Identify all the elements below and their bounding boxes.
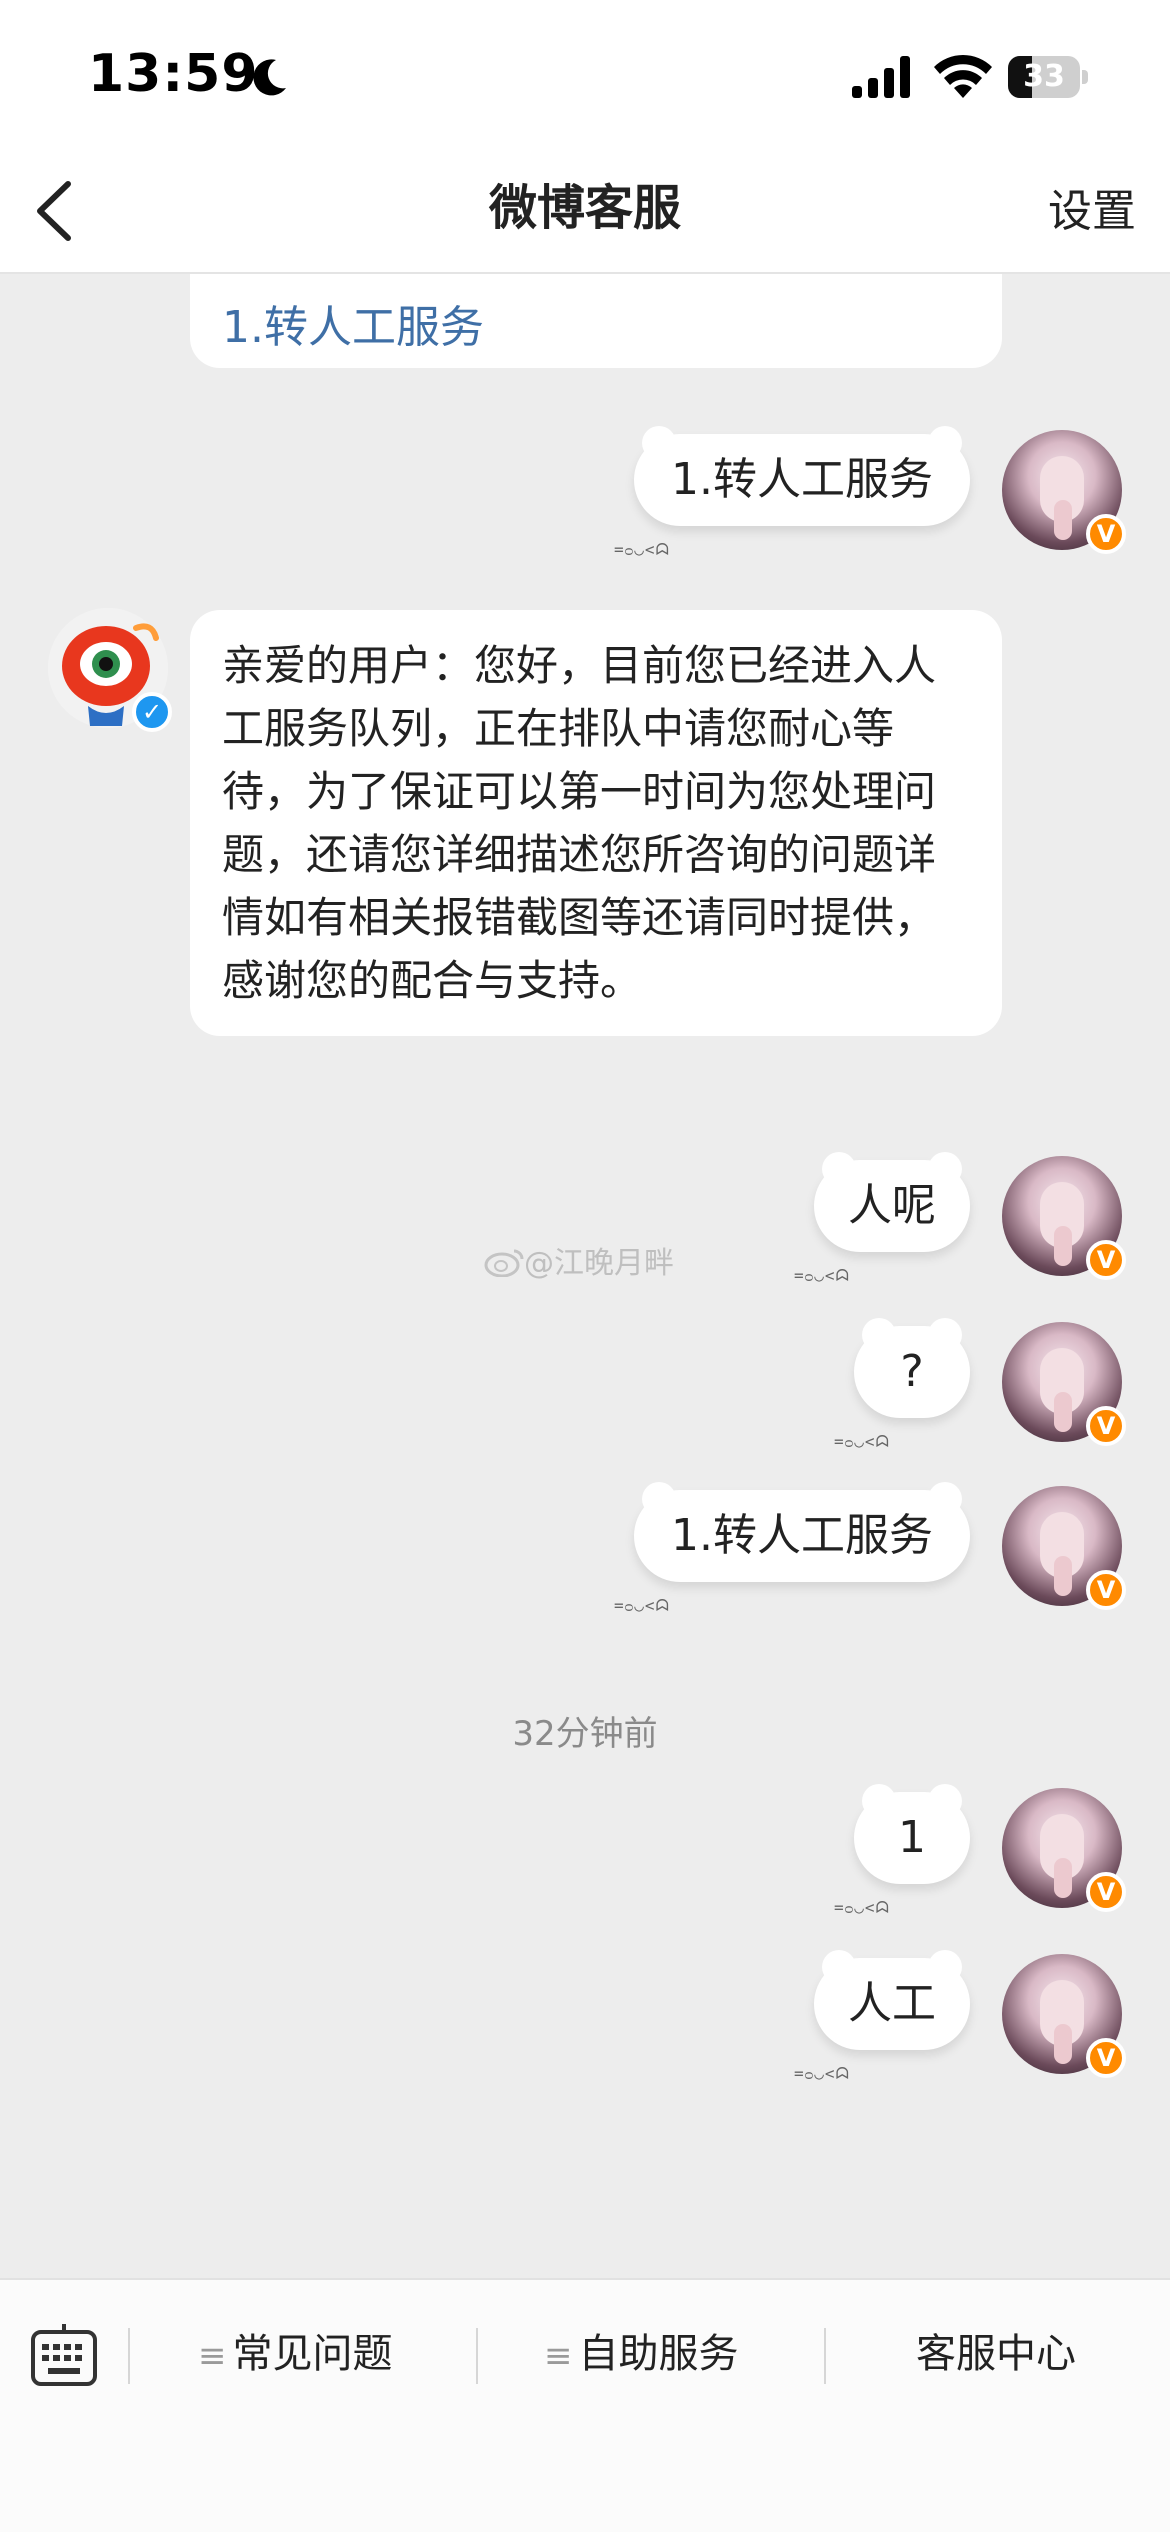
bubble-ear [862,1318,896,1352]
bubble-ear [928,426,962,460]
message-bubble-user[interactable]: 1.转人工服务 [634,426,970,526]
keyboard-icon[interactable] [30,2322,98,2388]
bubble-ear [928,1482,962,1516]
user-avatar[interactable]: V [1002,1486,1126,1610]
message-text: ? [900,1346,924,1397]
avatar-hands [1054,500,1072,540]
faq-menu-button[interactable]: ≡ 常见问题 [198,2314,393,2394]
bubble-decoration: =ᴑ◡<ᗣ [614,540,670,559]
toolbar-divider [476,2328,478,2384]
bubble-ear [928,1318,962,1352]
toolbar-divider [128,2328,130,2384]
cs-avatar[interactable]: ✓ [48,608,172,732]
toolbar-item-label: 常见问题 [232,2331,393,2377]
time-divider: 32分钟前 [512,1714,658,1754]
message-bubble-partial[interactable]: 1.转人工服务 [190,274,1002,368]
bubble-decoration: =ᴑ◡<ᗣ [794,1266,850,1285]
verified-badge-icon: V [1086,1406,1126,1446]
toolbar-item-label: 客服中心 [916,2331,1076,2377]
verified-badge-icon: V [1086,2038,1126,2078]
toolbar-divider [824,2328,826,2384]
bubble-decoration: =ᴑ◡<ᗣ [834,1432,890,1451]
bubble-decoration: =ᴑ◡<ᗣ [614,1596,670,1615]
settings-button[interactable]: 设置 [1048,148,1136,272]
toolbar-item-label: 自助服务 [578,2331,739,2377]
message-bubble-user[interactable]: 人呢 [814,1152,970,1252]
bubble-decoration: =ᴑ◡<ᗣ [794,2064,850,2083]
battery-cap [1082,70,1088,84]
message-bubble-user[interactable]: ? [854,1318,970,1418]
chat-area[interactable]: 1.转人工服务 1.转人工服务 =ᴑ◡<ᗣ V ✓ 亲爱的用户：您好，目前您已经… [0,274,1170,2278]
message-text: 人工 [848,1978,936,2029]
message-text: 亲爱的用户：您好，目前您已经进入人工服务队列，正在排队中请您耐心等待，为了保证可… [222,641,937,1005]
message-text: 1.转人工服务 [671,1510,933,1561]
moon-icon [253,59,286,96]
message-bubble-user[interactable]: 1.转人工服务 [634,1482,970,1582]
watermark: @江晚月畔 [484,1238,674,1282]
message-bubble-user[interactable]: 人工 [814,1950,970,2050]
menu-lines-icon: ≡ [544,2336,573,2376]
user-avatar[interactable]: V [1002,1954,1126,2078]
user-avatar[interactable]: V [1002,1322,1126,1446]
avatar-hands [1054,1556,1072,1596]
user-avatar[interactable]: V [1002,1156,1126,1280]
user-avatar[interactable]: V [1002,1788,1126,1912]
page-title: 微博客服 [488,180,681,236]
service-center-button[interactable]: 客服中心 [916,2314,1076,2394]
verified-badge-icon: V [1086,1570,1126,1610]
message-bubble-user[interactable]: 1 [854,1784,970,1884]
avatar-hands [1054,1858,1072,1898]
verified-badge-icon: V [1086,1872,1126,1912]
verified-badge-icon: ✓ [132,692,172,732]
avatar-hands [1054,1392,1072,1432]
watermark-text: @江晚月畔 [524,1246,674,1281]
user-avatar[interactable]: V [1002,430,1126,554]
wifi-icon [934,54,992,98]
avatar-hands [1054,2024,1072,2064]
message-text: 1.转人工服务 [671,454,933,505]
weibo-logo-icon [484,1249,524,1278]
verified-badge-icon: V [1086,514,1126,554]
battery-percent: 33 [1023,59,1065,94]
message-bubble-cs[interactable]: 亲爱的用户：您好，目前您已经进入人工服务队列，正在排队中请您耐心等待，为了保证可… [190,610,1002,1036]
signal-icon [852,56,910,98]
status-time: 13:59 [88,44,259,104]
bottom-toolbar: ≡ 常见问题 ≡ 自助服务 客服中心 [0,2278,1170,2532]
bubble-ear [928,1784,962,1818]
self-service-menu-button[interactable]: ≡ 自助服务 [544,2314,739,2394]
status-bar: 13:59 33 [0,0,1170,148]
message-text: 人呢 [848,1180,936,1231]
message-text: 1 [898,1812,926,1863]
avatar-hands [1054,1226,1072,1266]
menu-lines-icon: ≡ [198,2336,227,2376]
verified-badge-icon: V [1086,1240,1126,1280]
bubble-ear [862,1784,896,1818]
nav-bar: 微博客服 设置 [0,148,1170,274]
bubble-decoration: =ᴑ◡<ᗣ [834,1898,890,1917]
battery-icon: 33 [1008,56,1080,98]
quick-reply-link[interactable]: 1.转人工服务 [222,302,484,353]
